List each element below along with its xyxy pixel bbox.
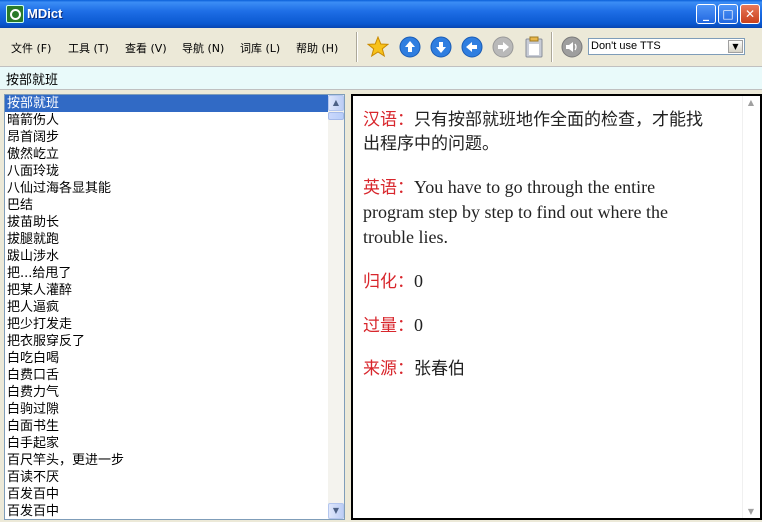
list-item[interactable]: 白面书生 <box>5 418 330 435</box>
list-item[interactable]: 白费力气 <box>5 384 330 401</box>
list-item[interactable]: 拔苗助长 <box>5 214 330 231</box>
source-entry: 来源：张春伯 <box>363 357 713 381</box>
window-title: MDict <box>27 6 63 21</box>
close-button[interactable]: ✕ <box>740 4 760 24</box>
list-item[interactable]: 白手起家 <box>5 435 330 452</box>
clipboard-icon[interactable] <box>523 36 545 58</box>
source-value: 张春伯 <box>414 359 465 379</box>
guihua-label: 归化： <box>363 272 414 292</box>
word-list: 按部就班 暗箭伤人 昂首阔步 傲然屹立 八面玲珑 八仙过海各显其能 巴结 拔苗助长 拔腿就跑 跋山… <box>4 94 345 520</box>
guihua-value: 0 <box>414 271 423 291</box>
list-item[interactable]: 按部就班 <box>5 95 330 112</box>
chinese-entry: 汉语：只有按部就班地作全面的检查，才能找出程序中的问题。 <box>363 108 713 156</box>
list-item[interactable]: 把...给甩了 <box>5 265 330 282</box>
list-item[interactable]: 暗箭伤人 <box>5 112 330 129</box>
list-item[interactable]: 拔腿就跑 <box>5 231 330 248</box>
list-item[interactable]: 百发百中 <box>5 486 330 503</box>
list-item[interactable]: 巴结 <box>5 197 330 214</box>
search-bar <box>0 66 762 90</box>
english-entry: 英语：You have to go through the entire pro… <box>363 175 713 250</box>
list-item[interactable]: 白吃白喝 <box>5 350 330 367</box>
list-item[interactable]: 百尺竿头，更进一步 <box>5 452 330 469</box>
guihua-entry: 归化：0 <box>363 269 713 294</box>
scroll-up-icon[interactable]: ▲ <box>328 95 344 111</box>
favorite-star-icon[interactable] <box>367 36 389 58</box>
down-arrow-icon[interactable] <box>430 36 452 58</box>
menu-view[interactable]: 查看 (V) <box>125 40 167 56</box>
menu-toolbar: 文件 (F) 工具 (T) 查看 (V) 导航 (N) 词库 (L) 帮助 (H… <box>0 28 762 67</box>
menu-file[interactable]: 文件 (F) <box>11 40 51 56</box>
guoliang-entry: 过量：0 <box>363 313 713 338</box>
chevron-down-icon[interactable]: ▼ <box>728 40 743 53</box>
list-item[interactable]: 八面玲珑 <box>5 163 330 180</box>
definition-scrollbar[interactable]: ▲ ▼ <box>742 96 760 518</box>
scroll-thumb[interactable] <box>328 112 344 120</box>
list-item[interactable]: 傲然屹立 <box>5 146 330 163</box>
minimize-button[interactable]: _ <box>696 4 716 24</box>
title-bar: MDict _ □ ✕ <box>0 0 762 28</box>
scroll-up-icon[interactable]: ▲ <box>745 98 757 107</box>
list-item[interactable]: 把人逼疯 <box>5 299 330 316</box>
definition-body: 汉语：只有按部就班地作全面的检查，才能找出程序中的问题。 英语：You have… <box>363 108 713 400</box>
toolbar-separator <box>356 32 358 62</box>
list-item[interactable]: 把某人灌醉 <box>5 282 330 299</box>
scroll-down-icon[interactable]: ▼ <box>328 503 344 519</box>
speaker-icon[interactable] <box>561 36 583 58</box>
list-item[interactable]: 百读不厌 <box>5 469 330 486</box>
list-item[interactable]: 百发百中 <box>5 503 330 519</box>
menu-tools[interactable]: 工具 (T) <box>68 40 109 56</box>
up-arrow-icon[interactable] <box>399 36 421 58</box>
list-item[interactable]: 把少打发走 <box>5 316 330 333</box>
word-list-scrollbar[interactable]: ▲ ▼ <box>328 95 344 519</box>
scroll-down-icon[interactable]: ▼ <box>745 507 757 516</box>
list-item[interactable]: 跋山涉水 <box>5 248 330 265</box>
english-label: 英语： <box>363 178 414 198</box>
tts-select[interactable]: Don't use TTS ▼ <box>588 38 745 55</box>
list-item[interactable]: 昂首阔步 <box>5 129 330 146</box>
list-item[interactable]: 把衣服穿反了 <box>5 333 330 350</box>
menu-help[interactable]: 帮助 (H) <box>296 40 338 56</box>
chinese-label: 汉语： <box>363 110 414 130</box>
list-item[interactable]: 白费口舌 <box>5 367 330 384</box>
chinese-text: 只有按部就班地作全面的检查，才能找出程序中的问题。 <box>363 110 703 154</box>
toolbar-separator <box>551 32 553 62</box>
menu-library[interactable]: 词库 (L) <box>240 40 280 56</box>
guoliang-label: 过量： <box>363 316 414 336</box>
menu-navigate[interactable]: 导航 (N) <box>182 40 224 56</box>
guoliang-value: 0 <box>414 315 423 335</box>
search-input[interactable] <box>6 69 746 87</box>
word-list-items: 按部就班 暗箭伤人 昂首阔步 傲然屹立 八面玲珑 八仙过海各显其能 巴结 拔苗助长 拔腿就跑 跋山… <box>5 95 330 519</box>
mdict-app-icon[interactable] <box>6 5 24 23</box>
definition-pane: 汉语：只有按部就班地作全面的检查，才能找出程序中的问题。 英语：You have… <box>351 94 762 520</box>
forward-arrow-icon[interactable] <box>492 36 514 58</box>
source-label: 来源： <box>363 359 414 379</box>
list-item[interactable]: 八仙过海各显其能 <box>5 180 330 197</box>
tts-selected-value: Don't use TTS <box>591 40 661 52</box>
maximize-button[interactable]: □ <box>718 4 738 24</box>
back-arrow-icon[interactable] <box>461 36 483 58</box>
list-item[interactable]: 白驹过隙 <box>5 401 330 418</box>
